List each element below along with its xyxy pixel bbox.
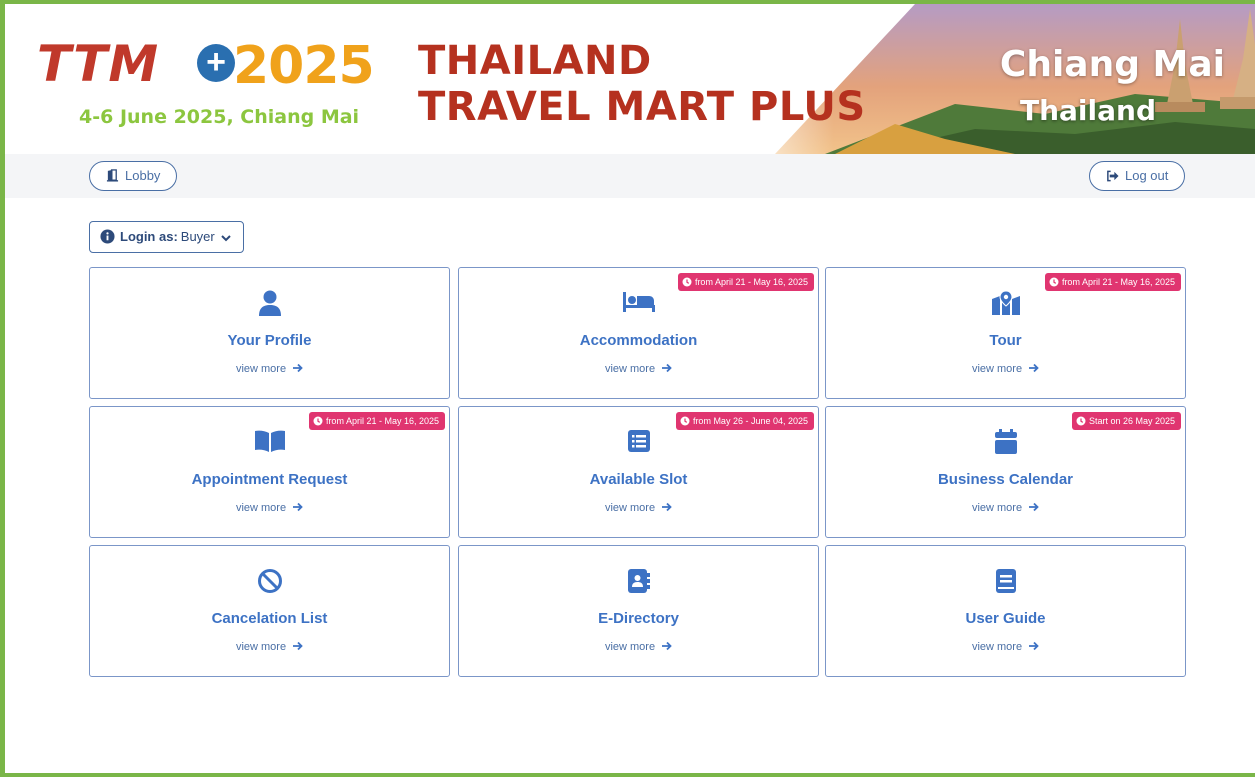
view-more-link[interactable]: view more: [459, 502, 818, 514]
bed-icon: [622, 292, 655, 312]
chevron-down-icon: [221, 235, 231, 242]
arrow-right-icon: [293, 363, 303, 373]
door-open-icon: [106, 169, 119, 182]
card-cancelation-list[interactable]: Cancelation List view more: [89, 545, 450, 677]
map-location-icon: [991, 290, 1020, 315]
view-more-link[interactable]: view more: [826, 502, 1185, 514]
logout-label: Log out: [1125, 168, 1169, 183]
event-title-line1: THAILAND: [418, 38, 652, 84]
arrow-right-icon: [293, 641, 303, 651]
lobby-label: Lobby: [125, 168, 161, 183]
logout-button[interactable]: Log out: [1089, 161, 1186, 191]
card-title: Your Profile: [227, 332, 312, 349]
card-title: User Guide: [965, 610, 1046, 627]
card-title: Cancelation List: [211, 610, 328, 627]
card-user-guide[interactable]: User Guide view more: [825, 545, 1186, 677]
card-title: E-Directory: [598, 610, 679, 627]
card-title: Accommodation: [579, 332, 698, 349]
card-your-profile[interactable]: Your Profile view more: [89, 267, 450, 399]
top-nav-bar: Lobby Log out: [5, 154, 1255, 198]
date-badge: from April 21 - May 16, 2025: [677, 273, 814, 291]
view-more-link[interactable]: view more: [90, 502, 449, 514]
arrow-right-icon: [1029, 363, 1039, 373]
view-more-link[interactable]: view more: [459, 641, 818, 653]
view-more-link[interactable]: view more: [826, 641, 1185, 653]
card-title: Appointment Request: [191, 471, 348, 488]
list-icon: [627, 430, 650, 452]
card-business-calendar[interactable]: Start on 26 May 2025 Business Calendar v…: [825, 406, 1186, 538]
card-tour[interactable]: from April 21 - May 16, 2025 Tour view m…: [825, 267, 1186, 399]
arrow-right-icon: [1029, 641, 1039, 651]
clock-icon: [1076, 416, 1086, 426]
banner-city: Chiang Mai: [999, 44, 1225, 85]
page-frame: TTM + 2025 4-6 June 2025, Chiang Mai THA…: [0, 0, 1255, 777]
lobby-button[interactable]: Lobby: [89, 161, 178, 191]
card-title: Available Slot: [589, 471, 688, 488]
view-more-link[interactable]: view more: [459, 363, 818, 375]
arrow-right-icon: [662, 641, 672, 651]
event-title-line2: TRAVEL MART PLUS: [418, 84, 866, 130]
date-badge: Start on 26 May 2025: [1071, 412, 1181, 430]
date-badge: from May 26 - June 04, 2025: [675, 412, 814, 430]
view-more-link[interactable]: view more: [826, 363, 1185, 375]
logo-plus-badge: +: [197, 44, 235, 82]
clock-icon: [682, 277, 692, 287]
clock-icon: [1049, 277, 1059, 287]
logo-year: 2025: [233, 36, 375, 96]
date-badge: from April 21 - May 16, 2025: [1044, 273, 1181, 291]
logo-ttm-text: TTM: [37, 35, 160, 93]
card-e-directory[interactable]: E-Directory view more: [458, 545, 819, 677]
info-circle-icon: [100, 229, 115, 244]
address-book-icon: [627, 569, 650, 593]
calendar-icon: [994, 429, 1017, 454]
card-title: Business Calendar: [937, 471, 1074, 488]
clock-icon: [313, 416, 323, 426]
login-as-dropdown[interactable]: Login as: Buyer: [89, 221, 244, 253]
card-available-slot[interactable]: from May 26 - June 04, 2025 Available Sl…: [458, 406, 819, 538]
view-more-link[interactable]: view more: [90, 641, 449, 653]
user-icon: [258, 290, 281, 316]
open-book-icon: [254, 430, 285, 452]
card-appointment-request[interactable]: from April 21 - May 16, 2025 Appointment…: [89, 406, 450, 538]
card-title: Tour: [989, 332, 1022, 349]
view-more-link[interactable]: view more: [90, 363, 449, 375]
arrow-right-icon: [662, 363, 672, 373]
arrow-right-icon: [1029, 502, 1039, 512]
ban-icon: [257, 569, 282, 593]
date-badge: from April 21 - May 16, 2025: [308, 412, 445, 430]
event-date-place: 4-6 June 2025, Chiang Mai: [79, 106, 360, 128]
banner-country: Thailand: [1020, 94, 1156, 127]
sign-out-icon: [1107, 170, 1119, 182]
header-banner: TTM + 2025 4-6 June 2025, Chiang Mai THA…: [5, 4, 1255, 154]
login-as-label: Login as:: [120, 229, 178, 244]
ttm-logo: TTM + 2025 4-6 June 2025, Chiang Mai: [37, 34, 377, 144]
login-as-value: Buyer: [180, 229, 215, 244]
book-icon: [995, 569, 1016, 593]
card-accommodation[interactable]: from April 21 - May 16, 2025 Accommodati…: [458, 267, 819, 399]
arrow-right-icon: [662, 502, 672, 512]
arrow-right-icon: [293, 502, 303, 512]
clock-icon: [680, 416, 690, 426]
